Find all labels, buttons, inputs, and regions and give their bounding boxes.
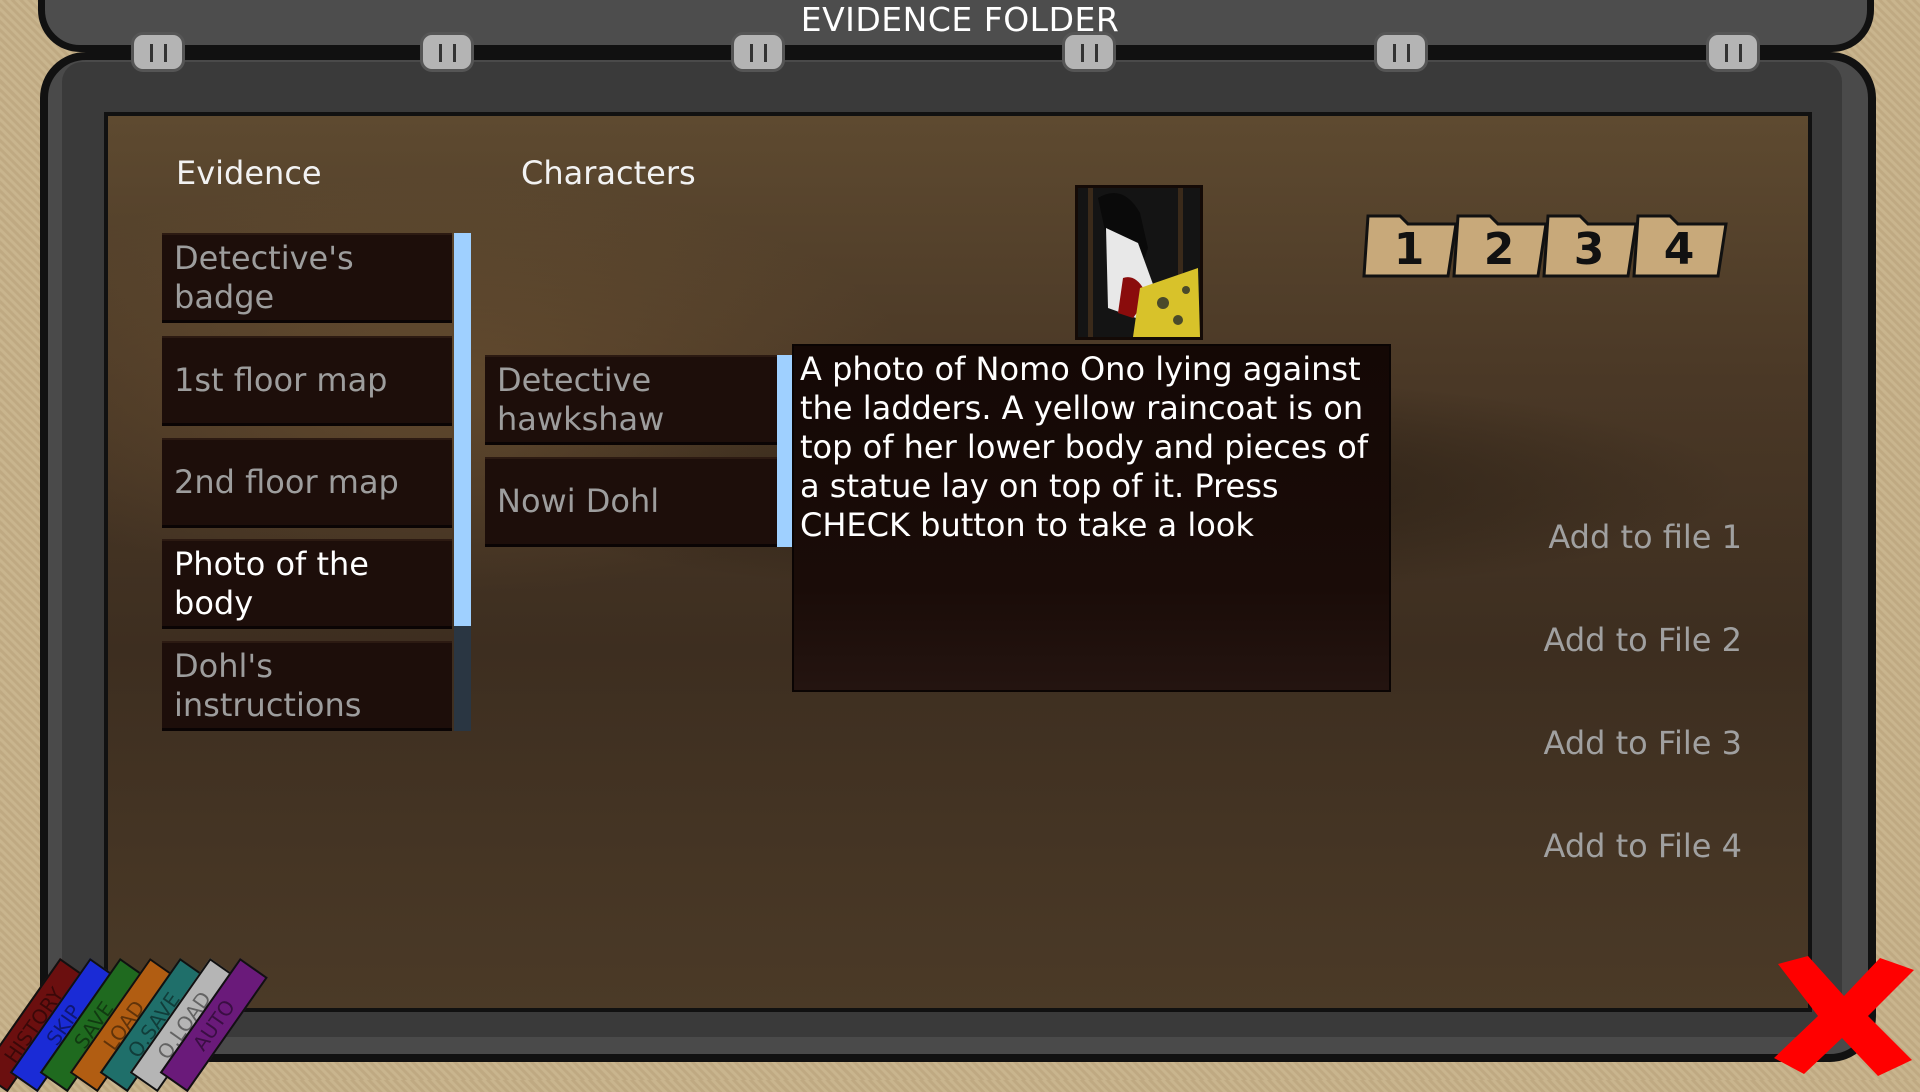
character-item-nowi-dohl[interactable]: Nowi Dohl — [485, 457, 777, 547]
evidence-description: A photo of Nomo Ono lying against the la… — [792, 344, 1391, 692]
character-item-detective-hawkshaw[interactable]: Detective hawkshaw — [485, 355, 777, 445]
evidence-item-badge[interactable]: Detective's badge — [162, 233, 452, 323]
window-title: EVIDENCE FOLDER — [800, 0, 1120, 39]
file-tab-2[interactable]: 2 — [1450, 206, 1548, 278]
file-tab-1[interactable]: 1 — [1360, 206, 1458, 278]
body-photo-image — [1078, 188, 1200, 337]
evidence-item-1st-floor-map[interactable]: 1st floor map — [162, 336, 452, 426]
quick-menu: HISTORY SKIP SAVE LOAD Q.SAVE Q.LOAD AUT… — [0, 958, 340, 1092]
evidence-item-2nd-floor-map[interactable]: 2nd floor map — [162, 438, 452, 528]
evidence-item-photo-of-the-body[interactable]: Photo of the body — [162, 539, 452, 629]
evidence-scrollbar[interactable] — [454, 233, 471, 731]
add-to-file-2-button[interactable]: Add to File 2 — [1544, 621, 1743, 659]
file-tab-4[interactable]: 4 — [1630, 206, 1728, 278]
add-to-file-4-button[interactable]: Add to File 4 — [1544, 827, 1743, 865]
characters-heading: Characters — [521, 154, 696, 192]
evidence-item-dohls-instructions[interactable]: Dohl's instructions — [162, 641, 452, 731]
add-to-file-1-button[interactable]: Add to file 1 — [1548, 518, 1742, 556]
evidence-heading: Evidence — [176, 154, 322, 192]
file-tab-3[interactable]: 3 — [1540, 206, 1638, 278]
close-icon[interactable] — [1768, 954, 1918, 1078]
evidence-photo-thumbnail[interactable] — [1075, 185, 1203, 340]
add-to-file-3-button[interactable]: Add to File 3 — [1544, 724, 1743, 762]
evidence-scrollbar-thumb[interactable] — [454, 233, 471, 627]
